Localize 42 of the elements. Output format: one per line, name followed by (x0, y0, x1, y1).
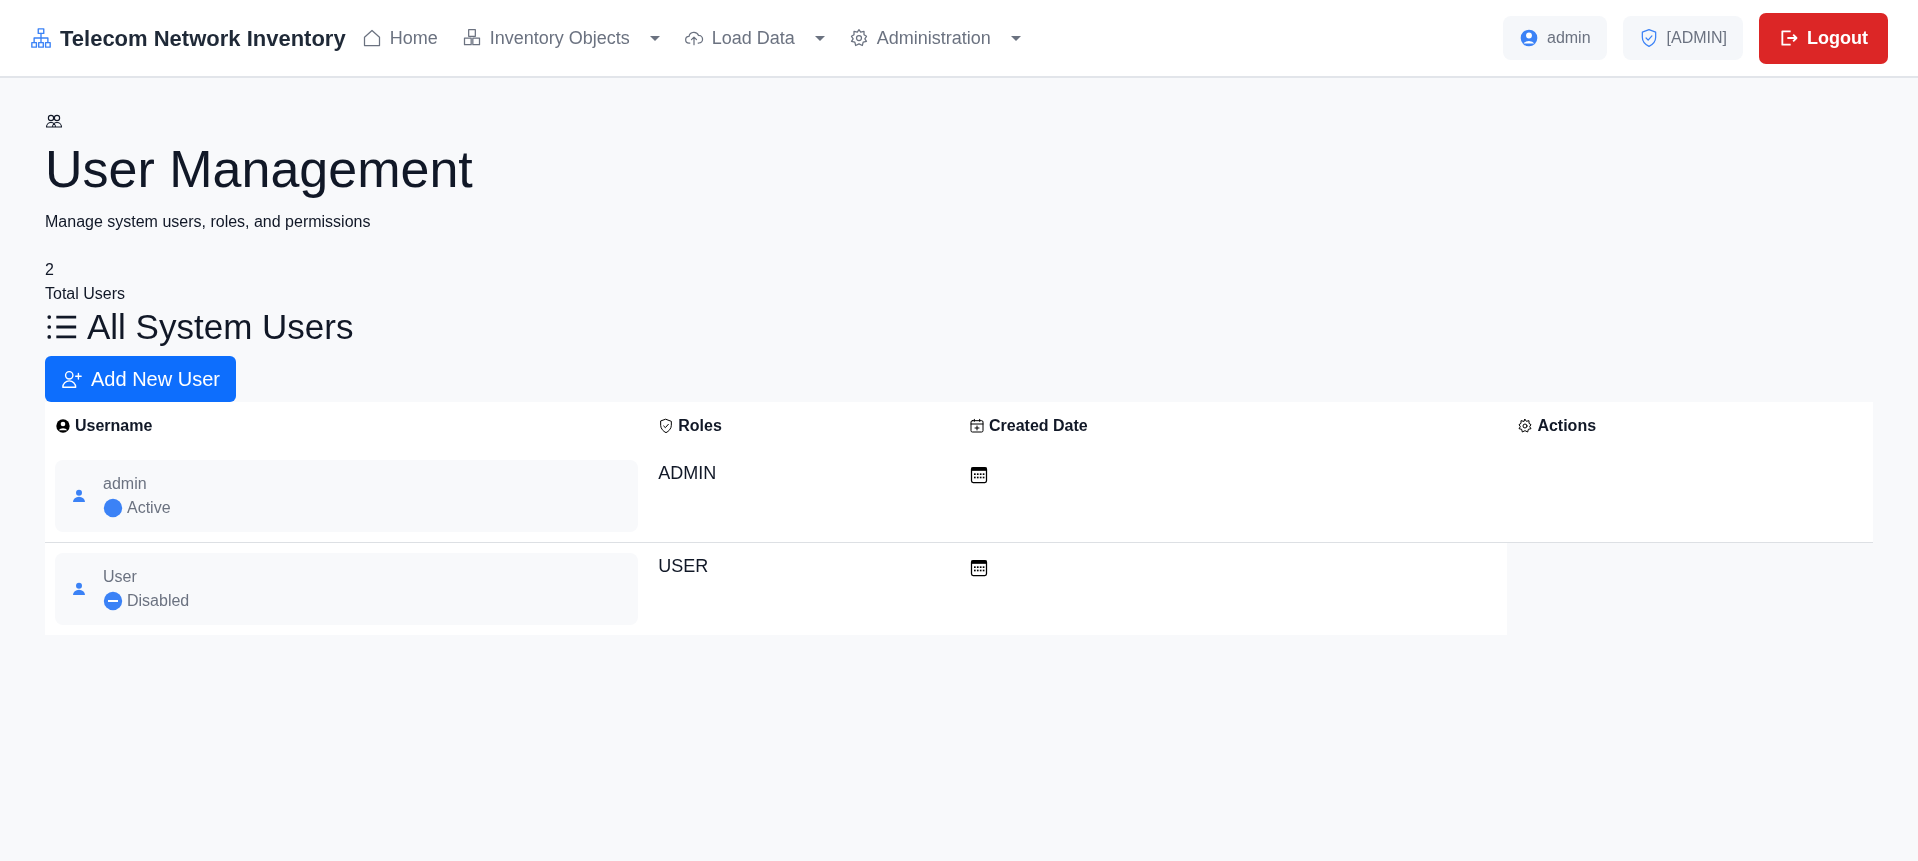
column-header: Roles (678, 416, 722, 437)
person-icon (71, 581, 87, 598)
column-header: Username (75, 416, 153, 437)
boxes-icon (461, 28, 482, 48)
logout-button[interactable]: Logout (1759, 12, 1888, 64)
network-icon (30, 27, 52, 49)
calendar-icon (969, 464, 989, 485)
calendar-icon (969, 557, 989, 578)
caret-icon (1010, 35, 1021, 41)
nav-dropdown[interactable]: Load Data (683, 24, 825, 52)
page-subtitle: Manage system users, roles, and permissions (45, 212, 372, 233)
username: admin (103, 474, 148, 495)
stat-count: 2 (45, 260, 55, 281)
column-header: Created Date (989, 416, 1088, 437)
user-add-icon (61, 368, 83, 391)
brand-link[interactable]: Telecom Network Inventory (30, 21, 346, 55)
column-header: Actions (1537, 416, 1597, 437)
caret-icon (814, 35, 825, 41)
role-text: ADMIN (658, 463, 717, 484)
caret-icon (649, 35, 660, 41)
person-icon (71, 488, 87, 505)
nav-dropdown[interactable]: Inventory Objects (461, 24, 660, 52)
user-icon (55, 418, 71, 435)
home-icon (361, 28, 382, 48)
section-title: All System Users (87, 306, 354, 349)
user-status: Disabled (127, 591, 190, 612)
stat-label: Total Users (45, 284, 127, 305)
page-title: User Management (45, 139, 474, 200)
nav-link[interactable]: Home (361, 24, 438, 52)
logout-icon (1779, 28, 1799, 48)
settings-icon (1517, 418, 1534, 435)
role-badge: [ADMIN] (1622, 16, 1743, 60)
user-button[interactable]: admin (1503, 16, 1607, 60)
add-user-button[interactable]: Add New User (45, 356, 236, 403)
shield-icon (658, 418, 675, 435)
settings-icon (848, 28, 869, 48)
nav-dropdown[interactable]: Administration (848, 24, 1021, 52)
calendar-icon (969, 418, 985, 435)
user-icon (1519, 28, 1539, 48)
role-text: USER (658, 556, 709, 577)
user-status: Active (127, 498, 171, 519)
username: User (103, 567, 138, 588)
